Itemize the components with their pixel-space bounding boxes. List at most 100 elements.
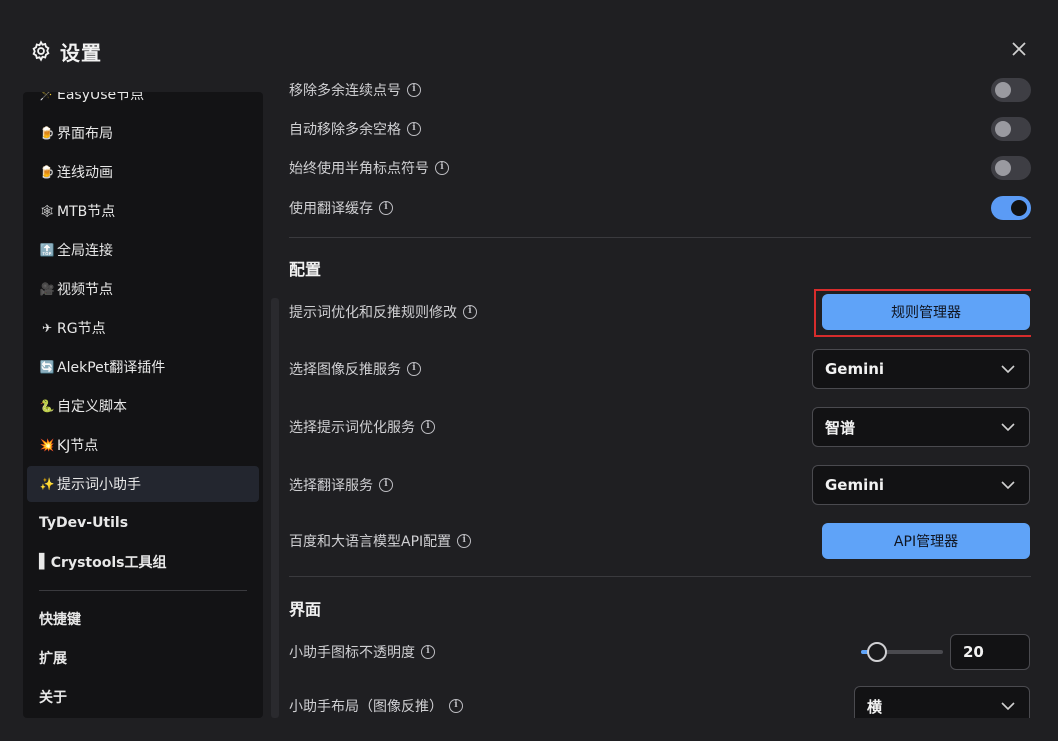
wand-icon: 🪄 — [39, 92, 55, 101]
sidebar-item-label: MTB节点 — [57, 204, 116, 220]
sidebar-item-extensions[interactable]: 扩展 — [27, 640, 259, 676]
sidebar-item-label: RG节点 — [57, 321, 106, 337]
sidebar-divider — [39, 590, 247, 591]
beer-icon: 🍺 — [39, 165, 55, 179]
web-icon: 🕸 — [39, 204, 55, 218]
setting-layout: 小助手布局（图像反推） i 横 — [289, 686, 1031, 718]
select-value: 智谱 — [825, 418, 856, 437]
setting-opacity: 小助手图标不透明度 i 20 — [289, 634, 1031, 670]
halfwidth-punct-toggle[interactable] — [991, 156, 1031, 180]
setting-label: 百度和大语言模型API配置 — [289, 534, 452, 550]
sidebar-item-label: 视频节点 — [57, 282, 113, 298]
sidebar-item-easyuse[interactable]: 🪄 EasyUse节点 — [27, 92, 259, 112]
info-icon[interactable]: i — [379, 478, 393, 492]
section-divider — [289, 237, 1031, 238]
remove-dots-toggle[interactable] — [991, 78, 1031, 102]
sidebar-item-label: 自定义脚本 — [57, 399, 127, 415]
chevron-down-icon — [1001, 423, 1015, 432]
opacity-input[interactable]: 20 — [950, 634, 1030, 670]
setting-label: 自动移除多余空格 — [289, 122, 401, 138]
slider-thumb[interactable] — [867, 642, 887, 662]
sidebar-item-crystools[interactable]: ▌ Crystools工具组 — [27, 544, 259, 580]
opacity-slider[interactable] — [861, 642, 943, 662]
toggle-knob — [1011, 200, 1027, 216]
translate-cache-toggle[interactable] — [991, 196, 1031, 220]
bar-icon: ▌ — [39, 554, 50, 570]
layout-select[interactable]: 横 — [854, 686, 1030, 718]
setting-remove-dots: 移除多余连续点号 i — [289, 78, 1031, 102]
sidebar-item-rg[interactable]: ✈ RG节点 — [27, 310, 259, 346]
setting-translate-cache: 使用翻译缓存 i — [289, 196, 1031, 220]
highlight-box — [814, 289, 1031, 337]
translate-service-select[interactable]: Gemini — [812, 465, 1030, 505]
setting-label: 小助手布局（图像反推） — [289, 699, 443, 715]
prompt-service-select[interactable]: 智谱 — [812, 407, 1030, 447]
sidebar-item-shortcuts[interactable]: 快捷键 — [27, 601, 259, 637]
image-service-select[interactable]: Gemini — [812, 349, 1030, 389]
sidebar-item-label: 界面布局 — [57, 126, 113, 142]
sidebar-item-kj[interactable]: 💥 KJ节点 — [27, 427, 259, 463]
sidebar-item-prompt-assistant[interactable]: ✨ 提示词小助手 — [27, 466, 259, 502]
info-icon[interactable]: i — [463, 305, 477, 319]
top-icon: 🔝 — [39, 243, 55, 257]
chevron-down-icon — [1001, 702, 1015, 711]
section-title-ui: 界面 — [289, 600, 322, 619]
chevron-down-icon — [1001, 481, 1015, 490]
info-icon[interactable]: i — [407, 362, 421, 376]
setting-halfwidth-punct: 始终使用半角标点符号 i — [289, 156, 1031, 180]
sidebar-item-link-animation[interactable]: 🍺 连线动画 — [27, 154, 259, 190]
toggle-knob — [995, 82, 1011, 98]
settings-content: 移除多余连续点号 i 自动移除多余空格 i 始终使用半角标点符号 i 使用翻译缓存 i … — [289, 72, 1031, 718]
setting-remove-spaces: 自动移除多余空格 i — [289, 117, 1031, 141]
info-icon[interactable]: i — [421, 645, 435, 659]
api-manager-button[interactable]: API管理器 — [822, 523, 1030, 559]
sidebar-item-label: EasyUse节点 — [57, 92, 145, 103]
dialog-header: 设置 — [30, 36, 102, 66]
sidebar-item-label: KJ节点 — [57, 438, 99, 454]
info-icon[interactable]: i — [407, 122, 421, 136]
sidebar-item-alekpet[interactable]: 🔄 AlekPet翻译插件 — [27, 349, 259, 385]
sidebar-item-about[interactable]: 关于 — [27, 679, 259, 715]
sidebar-item-label: 扩展 — [39, 651, 67, 667]
setting-label: 选择提示词优化服务 — [289, 420, 415, 436]
setting-translate-service: 选择翻译服务 i Gemini — [289, 465, 1031, 505]
sidebar-item-tydev[interactable]: TyDev-Utils — [27, 505, 259, 541]
info-icon[interactable]: i — [407, 83, 421, 97]
section-title-config: 配置 — [289, 260, 322, 279]
info-icon[interactable]: i — [421, 420, 435, 434]
gear-icon — [32, 40, 50, 62]
refresh-icon: 🔄 — [39, 360, 55, 374]
sidebar-item-global-link[interactable]: 🔝 全局连接 — [27, 232, 259, 268]
camera-icon: 🎥 — [39, 282, 55, 296]
setting-image-service: 选择图像反推服务 i Gemini — [289, 349, 1031, 389]
boom-icon: 💥 — [39, 438, 55, 452]
sidebar-item-label: 快捷键 — [39, 612, 81, 628]
info-icon[interactable]: i — [449, 699, 463, 713]
content-scrollbar[interactable] — [271, 298, 279, 718]
info-icon[interactable]: i — [379, 201, 393, 215]
setting-prompt-service: 选择提示词优化服务 i 智谱 — [289, 407, 1031, 447]
sidebar-item-layout[interactable]: 🍺 界面布局 — [27, 115, 259, 151]
setting-label: 使用翻译缓存 — [289, 201, 373, 217]
toggle-knob — [995, 160, 1011, 176]
sidebar-item-label: Crystools工具组 — [50, 555, 167, 571]
info-icon[interactable]: i — [435, 161, 449, 175]
sidebar-item-mtb[interactable]: 🕸 MTB节点 — [27, 193, 259, 229]
sidebar-item-custom-scripts[interactable]: 🐍 自定义脚本 — [27, 388, 259, 424]
remove-spaces-toggle[interactable] — [991, 117, 1031, 141]
section-divider — [289, 576, 1031, 577]
sidebar-item-label: 提示词小助手 — [57, 477, 141, 493]
select-value: Gemini — [825, 476, 885, 494]
sidebar-item-video[interactable]: 🎥 视频节点 — [27, 271, 259, 307]
plane-icon: ✈ — [41, 321, 53, 335]
setting-label: 选择翻译服务 — [289, 478, 373, 494]
setting-label: 选择图像反推服务 — [289, 362, 401, 378]
sidebar-item-label: 连线动画 — [57, 165, 113, 181]
beer-icon: 🍺 — [39, 126, 55, 140]
info-icon[interactable]: i — [457, 534, 472, 548]
settings-dialog: 设置 🪄 EasyUse节点 🍺 界面布局 🍺 连线动画 🕸 MTB节点 🔝 全… — [0, 0, 1058, 741]
chevron-down-icon — [1001, 365, 1015, 374]
sidebar-item-label: 关于 — [39, 690, 67, 706]
close-icon[interactable] — [1010, 40, 1028, 58]
sidebar-item-label: 全局连接 — [57, 243, 113, 259]
